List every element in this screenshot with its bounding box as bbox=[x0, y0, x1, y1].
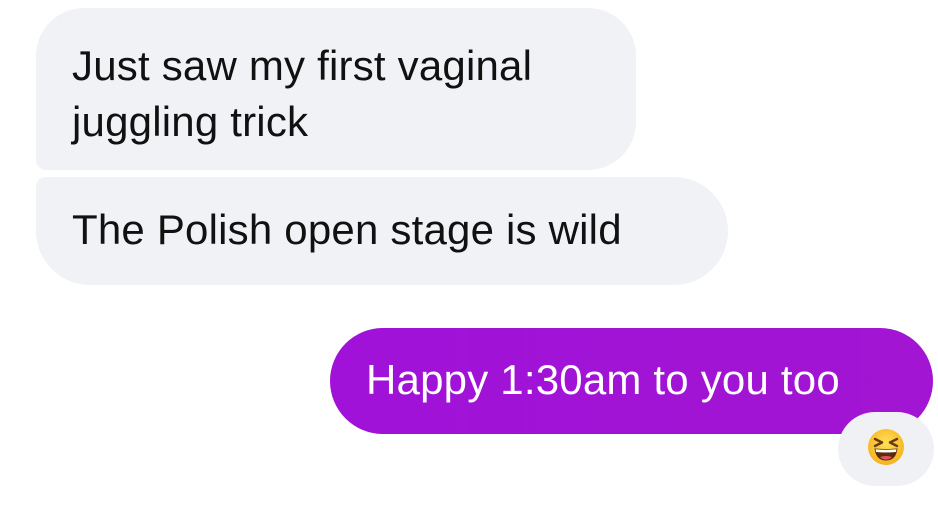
outgoing-message-bubble[interactable]: Happy 1:30am to you too bbox=[330, 328, 933, 434]
laughing-emoji-icon bbox=[866, 427, 906, 472]
message-thread: Just saw my first vaginal juggling trick… bbox=[0, 0, 938, 511]
incoming-message-bubble[interactable]: Just saw my first vaginal juggling trick bbox=[36, 8, 636, 170]
message-reaction[interactable] bbox=[838, 412, 934, 486]
incoming-message-bubble[interactable]: The Polish open stage is wild bbox=[36, 177, 728, 285]
